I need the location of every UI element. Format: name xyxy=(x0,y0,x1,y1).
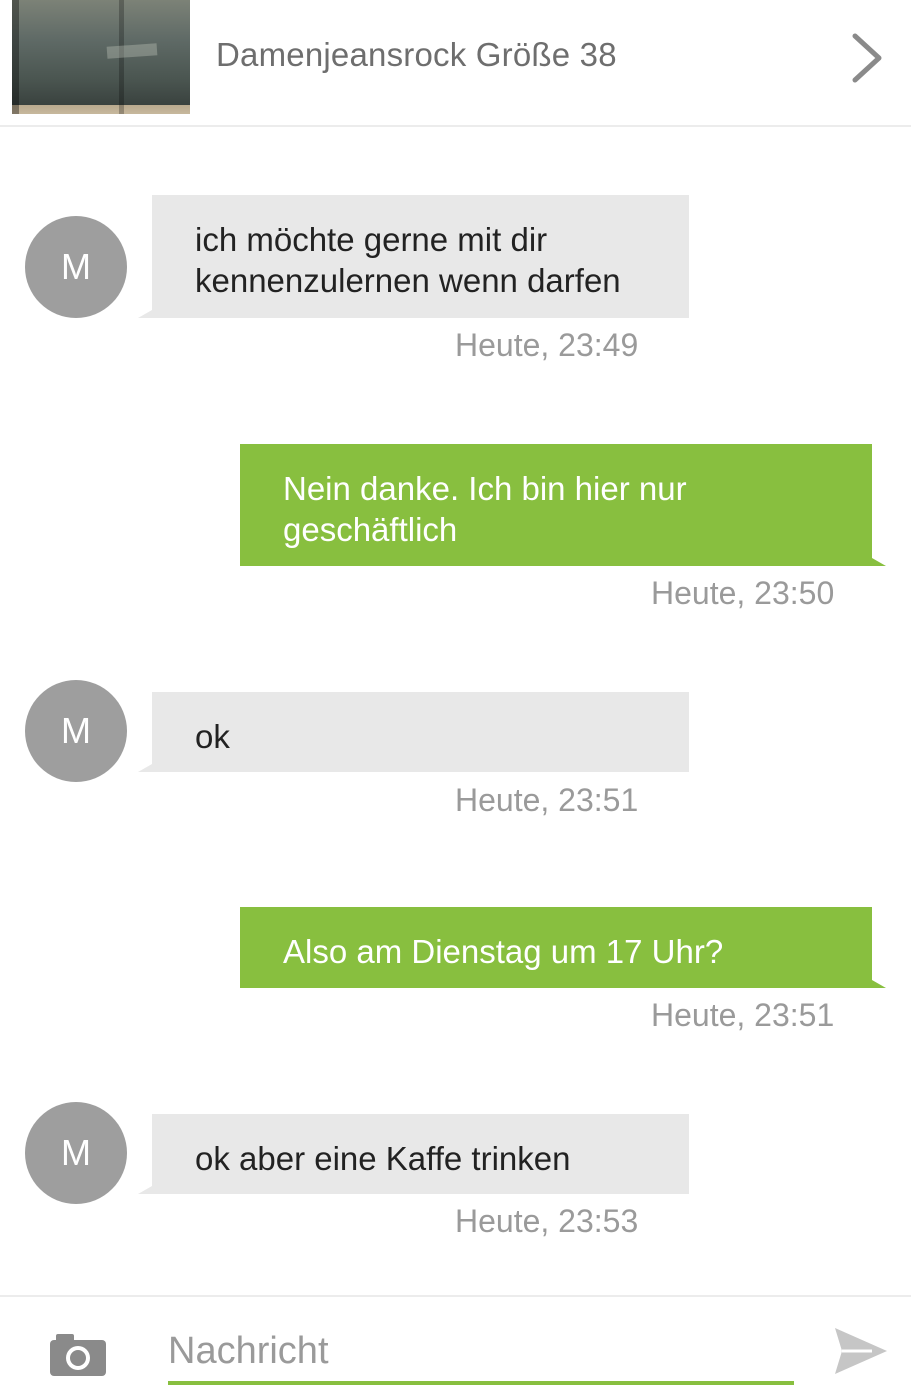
product-thumbnail[interactable] xyxy=(12,0,190,114)
message-text-line: kennenzulernen wenn darfen xyxy=(195,262,621,299)
message-input-wrapper xyxy=(168,1323,794,1385)
message-bubble[interactable]: ok aber eine Kaffe trinken xyxy=(138,1114,689,1194)
avatar[interactable]: M xyxy=(25,1102,127,1204)
message-timestamp: Heute, 23:50 xyxy=(651,575,835,611)
chat-header[interactable]: Damenjeansrock Größe 38 xyxy=(0,0,911,127)
message-timestamp: Heute, 23:51 xyxy=(455,782,639,818)
message-bubble[interactable]: ok xyxy=(138,692,689,772)
message-text-line: ok xyxy=(195,718,230,755)
message-bubble[interactable]: Also am Dienstag um 17 Uhr? xyxy=(240,907,886,988)
send-icon[interactable] xyxy=(832,1325,890,1377)
message-timestamp: Heute, 23:53 xyxy=(455,1203,639,1239)
message-timestamp: Heute, 23:49 xyxy=(455,327,639,363)
message-bubble[interactable]: ich möchte gerne mit dir kennenzulernen … xyxy=(138,195,689,318)
message-composer xyxy=(0,1295,911,1400)
message-input[interactable] xyxy=(168,1323,794,1379)
avatar[interactable]: M xyxy=(25,216,127,318)
message-bubble[interactable]: Nein danke. Ich bin hier nur geschäftlic… xyxy=(240,444,886,566)
item-title[interactable]: Damenjeansrock Größe 38 xyxy=(216,36,617,74)
message-text-line: geschäftlich xyxy=(283,511,458,548)
message-timestamp: Heute, 23:51 xyxy=(651,997,835,1033)
chevron-right-icon[interactable] xyxy=(847,32,887,84)
message-text-line: Nein danke. Ich bin hier nur xyxy=(283,470,687,507)
message-text-line: Also am Dienstag um 17 Uhr? xyxy=(283,933,724,970)
message-text-line: ok aber eine Kaffe trinken xyxy=(195,1140,571,1177)
camera-icon[interactable] xyxy=(48,1332,108,1378)
avatar[interactable]: M xyxy=(25,680,127,782)
message-text-line: ich möchte gerne mit dir xyxy=(195,221,548,258)
chat-screen: Damenjeansrock Größe 38 M ich möchte ger… xyxy=(0,0,911,1400)
